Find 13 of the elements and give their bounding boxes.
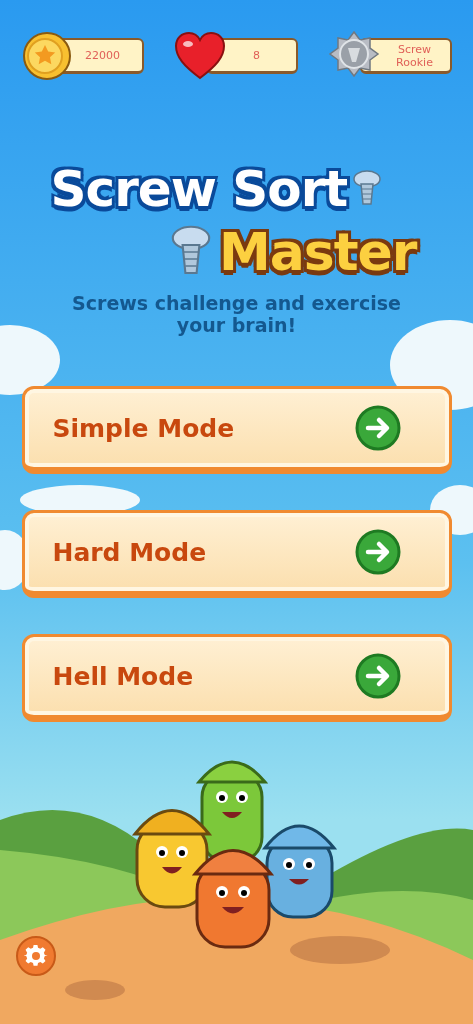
cloud	[0, 325, 60, 395]
mode-button[interactable]: Hell Mode	[21, 634, 452, 722]
arrow-right-icon	[354, 529, 401, 575]
heart-icon	[173, 32, 226, 80]
mode-button[interactable]: Simple Mode	[21, 386, 452, 474]
coin-icon	[21, 31, 72, 81]
arrow-right-icon	[354, 405, 401, 451]
arrow-right-icon	[354, 653, 401, 699]
title-text: Master	[218, 222, 417, 282]
mode-button[interactable]: Hard Mode	[21, 510, 452, 598]
settings-icon	[24, 944, 48, 968]
tagline: Screws challenge and exercise your brain!	[71, 292, 402, 336]
title-text: Screw Sort	[50, 160, 348, 218]
